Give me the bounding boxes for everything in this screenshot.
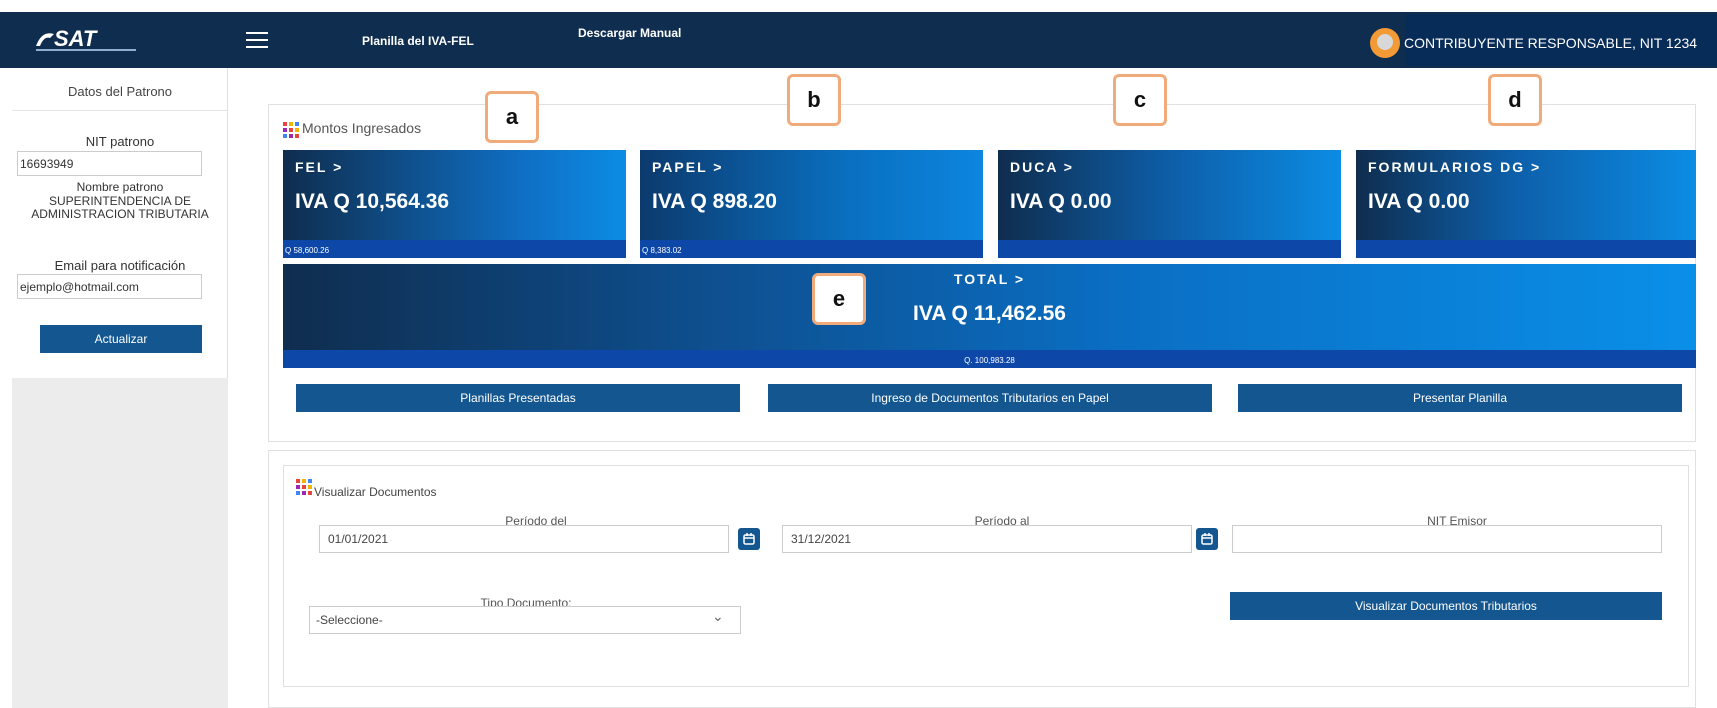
chevron-down-icon: ⌄ [712,608,724,624]
calendar-icon[interactable] [1196,528,1218,550]
sat-logo[interactable]: SAT [32,24,152,54]
nit-patrono-input[interactable] [17,151,202,176]
card-footer: Q 58,600.26 [283,240,626,258]
user-name[interactable]: CONTRIBUYENTE RESPONSABLE, NIT 1234 [1404,35,1697,51]
actualizar-button[interactable]: Actualizar [40,325,202,353]
card-value: IVA Q 898.20 [652,190,777,213]
visualizar-title: Visualizar Documentos [314,485,437,499]
total-value: IVA Q 11,462.56 [913,302,1066,325]
visualizar-inner-panel [283,465,1689,687]
card-value: IVA Q 10,564.36 [295,190,450,213]
annotation-d: d [1488,74,1542,126]
nav-planilla-iva-fel[interactable]: Planilla del IVA-FEL [362,34,474,48]
periodo-al-input[interactable] [782,525,1192,553]
grid-dots-icon [296,479,312,495]
grid-dots-icon [283,122,299,138]
presentar-planilla-button[interactable]: Presentar Planilla [1238,384,1682,412]
card-duca[interactable]: DUCA > IVA Q 0.00 [998,150,1341,258]
card-title: DUCA > [1010,159,1074,175]
card-formularios-dg[interactable]: FORMULARIOS DG > IVA Q 0.00 [1356,150,1696,258]
nombre-patrono-value: SUPERINTENDENCIA DE ADMINISTRACION TRIBU… [31,194,209,221]
card-title: FEL > [295,159,344,175]
annotation-b: b [787,74,841,126]
card-fel[interactable]: FEL > IVA Q 10,564.36 Q 58,600.26 [283,150,626,258]
card-subtotal: Q 8,383.02 [642,246,682,255]
nit-patrono-label: NIT patrono [85,134,155,149]
montos-title: Montos Ingresados [302,120,422,136]
annotation-e: e [812,273,866,325]
ingreso-documentos-papel-button[interactable]: Ingreso de Documentos Tributarios en Pap… [768,384,1212,412]
user-avatar-icon[interactable] [1370,28,1400,58]
planillas-presentadas-button[interactable]: Planillas Presentadas [296,384,740,412]
nombre-patrono-label: Nombre patrono [76,180,164,194]
card-papel[interactable]: PAPEL > IVA Q 898.20 Q 8,383.02 [640,150,983,258]
card-subtotal: Q 58,600.26 [285,246,330,255]
periodo-del-input[interactable] [319,525,729,553]
card-title: FORMULARIOS DG > [1368,159,1542,175]
annotation-c: c [1113,74,1167,126]
sidebar-title: Datos del Patrono [67,84,173,99]
card-value: IVA Q 0.00 [1010,190,1112,213]
calendar-icon[interactable] [738,528,760,550]
visualizar-documentos-button[interactable]: Visualizar Documentos Tributarios [1230,592,1662,620]
nav-descargar-manual[interactable]: Descargar Manual [578,26,681,40]
card-footer [998,240,1341,258]
svg-text:SAT: SAT [54,26,98,51]
card-title: PAPEL > [652,159,724,175]
card-footer: Q 8,383.02 [640,240,983,258]
total-subtotal: Q. 100,983.28 [964,356,1015,365]
annotation-a: a [485,91,539,143]
card-value: IVA Q 0.00 [1368,190,1470,213]
sidebar-divider [12,110,228,111]
nit-emisor-input[interactable] [1232,525,1662,553]
hamburger-menu-icon[interactable] [246,32,268,48]
total-title: TOTAL > [953,271,1026,287]
email-input[interactable] [17,274,202,299]
card-total[interactable]: TOTAL > IVA Q 11,462.56 Q. 100,983.28 [283,264,1696,368]
card-footer [1356,240,1696,258]
email-label: Email para notificación [54,258,186,273]
sat-logo-icon: SAT [36,26,136,51]
tipo-documento-select[interactable]: -Seleccione- [309,606,741,634]
